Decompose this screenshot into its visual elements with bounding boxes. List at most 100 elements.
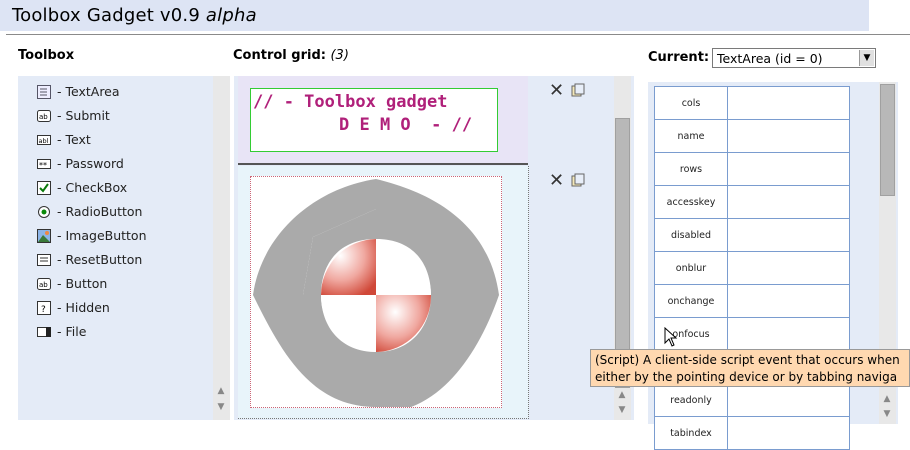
toolbox-item[interactable]: - CheckBox bbox=[37, 177, 127, 197]
toolbox-item-label: - Hidden bbox=[57, 299, 110, 315]
svg-text:ab: ab bbox=[39, 113, 48, 121]
grid-scroll-thumb[interactable] bbox=[615, 118, 630, 388]
demo-textarea[interactable]: // - Toolbox gadget D E M O - // bbox=[250, 88, 498, 152]
toolbox-logo bbox=[253, 179, 499, 407]
properties-scroll-thumb[interactable] bbox=[880, 84, 895, 196]
property-value[interactable] bbox=[727, 416, 850, 450]
current-select[interactable]: TextArea (id = 0) ▼ bbox=[712, 48, 876, 68]
scroll-up-arrow[interactable]: ▲ bbox=[215, 386, 227, 396]
app-title: Toolbox Gadget v0.9 alpha bbox=[12, 5, 257, 26]
toolbox-item[interactable]: - ResetButton bbox=[37, 249, 142, 269]
property-row: cols bbox=[654, 86, 850, 120]
tooltip: (Script) A client-side script event that… bbox=[590, 349, 910, 387]
toolbox-item[interactable]: - RadioButton bbox=[37, 201, 142, 221]
toolbox-item-label: - TextArea bbox=[57, 83, 120, 99]
property-name: cols bbox=[654, 86, 728, 120]
resetbutton-icon bbox=[37, 253, 51, 266]
current-select-value: TextArea (id = 0) bbox=[717, 51, 823, 66]
property-name: name bbox=[654, 119, 728, 153]
property-row: accesskey bbox=[654, 185, 850, 219]
property-name: accesskey bbox=[654, 185, 728, 219]
toolbox-item[interactable]: - File bbox=[37, 321, 86, 341]
property-value[interactable] bbox=[727, 317, 850, 351]
property-row: onchange bbox=[654, 284, 850, 318]
property-row: readonly bbox=[654, 383, 850, 417]
checkbox-icon bbox=[37, 180, 51, 195]
property-name: onchange bbox=[654, 284, 728, 318]
tooltip-line-2: either by the pointing device or by tabb… bbox=[595, 370, 898, 384]
copy-icon[interactable] bbox=[571, 172, 585, 187]
property-name: tabindex bbox=[654, 416, 728, 450]
svg-text:?: ? bbox=[41, 305, 46, 315]
property-value[interactable] bbox=[727, 251, 850, 285]
control-grid-heading: Control grid: (3) bbox=[233, 48, 349, 63]
property-row: onblur bbox=[654, 251, 850, 285]
scroll-up-arrow[interactable]: ▲ bbox=[881, 394, 893, 404]
toolbox-item[interactable]: ab - Submit bbox=[37, 105, 110, 125]
mouse-cursor-icon bbox=[664, 326, 678, 351]
tooltip-line-1: (Script) A client-side script event that… bbox=[595, 353, 900, 367]
toolbox-item-label: - ImageButton bbox=[57, 227, 147, 243]
toolbox-item-label: - Button bbox=[57, 275, 108, 291]
property-value[interactable] bbox=[727, 86, 850, 120]
toolbox-item[interactable]: abl - Text bbox=[37, 129, 91, 149]
scroll-up-arrow[interactable]: ▲ bbox=[616, 390, 628, 400]
scroll-down-arrow[interactable]: ▼ bbox=[616, 405, 628, 415]
demo-line-1: // - Toolbox gadget bbox=[253, 92, 448, 112]
property-row: name bbox=[654, 119, 850, 153]
property-value[interactable] bbox=[727, 218, 850, 252]
text-icon: abl bbox=[37, 133, 51, 146]
toolbox-item[interactable]: ? - Hidden bbox=[37, 297, 110, 317]
property-row: tabindex bbox=[654, 416, 850, 450]
radiobutton-icon bbox=[37, 205, 51, 218]
delete-icon[interactable]: ✕ bbox=[549, 170, 564, 191]
toolbox-item[interactable]: - TextArea bbox=[37, 81, 120, 101]
hidden-icon: ? bbox=[37, 300, 51, 315]
toolbox-item-label: - Text bbox=[57, 131, 91, 147]
toolbox-scrollbar[interactable]: ▲ ▼ bbox=[213, 76, 230, 420]
scroll-down-arrow[interactable]: ▼ bbox=[215, 402, 227, 412]
property-row: disabled bbox=[654, 218, 850, 252]
toolbox-item[interactable]: - ImageButton bbox=[37, 225, 147, 245]
toolbox-item-label: - RadioButton bbox=[57, 203, 143, 219]
version-tag: alpha bbox=[205, 5, 257, 26]
property-value[interactable] bbox=[727, 119, 850, 153]
chevron-down-icon[interactable]: ▼ bbox=[859, 50, 874, 66]
button-icon: ab bbox=[37, 277, 51, 290]
control-count: (3) bbox=[330, 48, 349, 63]
toolbox-item[interactable]: ab - Button bbox=[37, 273, 107, 293]
copy-icon[interactable] bbox=[571, 82, 585, 97]
property-value[interactable] bbox=[727, 152, 850, 186]
submit-icon: ab bbox=[37, 109, 51, 122]
password-icon: ** bbox=[37, 157, 51, 170]
file-icon bbox=[37, 325, 51, 338]
imagebutton-icon bbox=[37, 228, 51, 243]
toolbox-item-label: - Password bbox=[57, 155, 124, 171]
property-value[interactable] bbox=[727, 185, 850, 219]
delete-icon[interactable]: ✕ bbox=[549, 80, 564, 101]
property-name: readonly bbox=[654, 383, 728, 417]
toolbox-item-label: - CheckBox bbox=[57, 179, 128, 195]
textarea-icon bbox=[37, 84, 51, 99]
svg-text:abl: abl bbox=[39, 137, 49, 145]
properties-table: cols name rows accesskey disabled onblur oncha… bbox=[654, 86, 850, 450]
scroll-down-arrow[interactable]: ▼ bbox=[881, 409, 893, 419]
property-value[interactable] bbox=[727, 284, 850, 318]
property-name: disabled bbox=[654, 218, 728, 252]
property-name: onblur bbox=[654, 251, 728, 285]
toolbox-panel bbox=[18, 76, 230, 420]
divider bbox=[6, 34, 910, 35]
toolbox-item-label: - ResetButton bbox=[57, 251, 143, 267]
svg-text:**: ** bbox=[39, 161, 47, 170]
property-name: rows bbox=[654, 152, 728, 186]
property-row: rows bbox=[654, 152, 850, 186]
current-label: Current: bbox=[648, 50, 710, 65]
svg-text:ab: ab bbox=[39, 281, 48, 289]
logo-image[interactable] bbox=[250, 176, 502, 408]
property-value[interactable] bbox=[727, 383, 850, 417]
toolbox-heading: Toolbox bbox=[18, 48, 75, 63]
toolbox-item[interactable]: ** - Password bbox=[37, 153, 124, 173]
toolbox-item-label: - File bbox=[57, 323, 87, 339]
demo-line-2: D E M O - // bbox=[339, 115, 473, 135]
toolbox-item-label: - Submit bbox=[57, 107, 110, 123]
